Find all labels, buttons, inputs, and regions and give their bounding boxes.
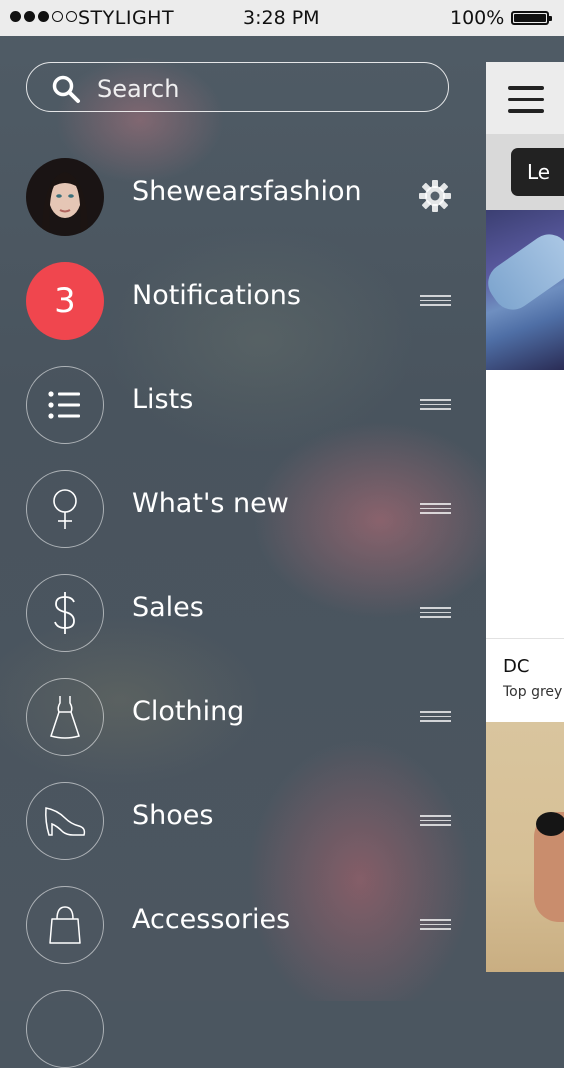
product-image[interactable]	[486, 210, 564, 370]
menu-item-clothing[interactable]: Clothing	[26, 678, 456, 758]
carrier-name: STYLIGHT	[78, 7, 175, 29]
profile-item[interactable]: Shewearsfashion	[26, 158, 456, 238]
menu-item-label: What's new	[132, 488, 289, 519]
menu-item-label: Clothing	[132, 696, 245, 727]
menu-item-label: Sales	[132, 592, 204, 623]
filter-button[interactable]: Le	[511, 148, 564, 196]
product-image[interactable]	[486, 722, 564, 972]
notification-count: 3	[54, 281, 76, 321]
main-content-panel[interactable]: Le DC Top grey	[486, 62, 564, 972]
menu-item-lists[interactable]: Lists	[26, 366, 456, 446]
signal-strength-icon	[10, 11, 77, 22]
drag-handle-icon[interactable]	[420, 711, 451, 725]
product-description: Top grey	[503, 684, 563, 700]
menu-item-whats-new[interactable]: What's new	[26, 470, 456, 550]
hamburger-menu-icon[interactable]	[508, 86, 544, 121]
notification-badge: 3	[26, 262, 104, 340]
menu-item-accessories[interactable]: Accessories	[26, 886, 456, 966]
menu-item-notifications[interactable]: 3 Notifications	[26, 262, 456, 342]
menu-item-label: Notifications	[132, 280, 301, 311]
drag-handle-icon[interactable]	[420, 503, 451, 517]
top-bar	[486, 62, 564, 134]
dollar-icon	[26, 574, 104, 652]
drag-handle-icon[interactable]	[420, 399, 451, 413]
high-heel-icon	[26, 782, 104, 860]
product-brand: DC	[503, 656, 530, 677]
divider	[486, 638, 564, 639]
battery-icon	[511, 11, 552, 25]
clock: 3:28 PM	[243, 7, 320, 29]
dress-icon	[26, 678, 104, 756]
menu-item-sales[interactable]: Sales	[26, 574, 456, 654]
menu-item-label: Shoes	[132, 800, 214, 831]
drag-handle-icon[interactable]	[420, 607, 451, 621]
avatar[interactable]	[26, 158, 104, 236]
drag-handle-icon[interactable]	[420, 295, 451, 309]
search-placeholder: Search	[97, 75, 180, 103]
search-icon	[52, 75, 80, 103]
menu-item-shoes[interactable]: Shoes	[26, 782, 456, 862]
status-bar: STYLIGHT 3:28 PM 100%	[0, 0, 564, 36]
search-input[interactable]: Search	[26, 62, 449, 112]
menu-item-label: Accessories	[132, 904, 291, 935]
list-icon	[26, 366, 104, 444]
battery-percentage: 100%	[450, 7, 505, 29]
bag-icon	[26, 886, 104, 964]
profile-name: Shewearsfashion	[132, 176, 362, 207]
drag-handle-icon[interactable]	[420, 815, 451, 829]
drag-handle-icon[interactable]	[420, 919, 451, 933]
menu-item-label: Lists	[132, 384, 194, 415]
gear-icon[interactable]	[418, 179, 452, 213]
female-symbol-icon	[26, 470, 104, 548]
menu-item-partial[interactable]	[26, 990, 104, 1068]
